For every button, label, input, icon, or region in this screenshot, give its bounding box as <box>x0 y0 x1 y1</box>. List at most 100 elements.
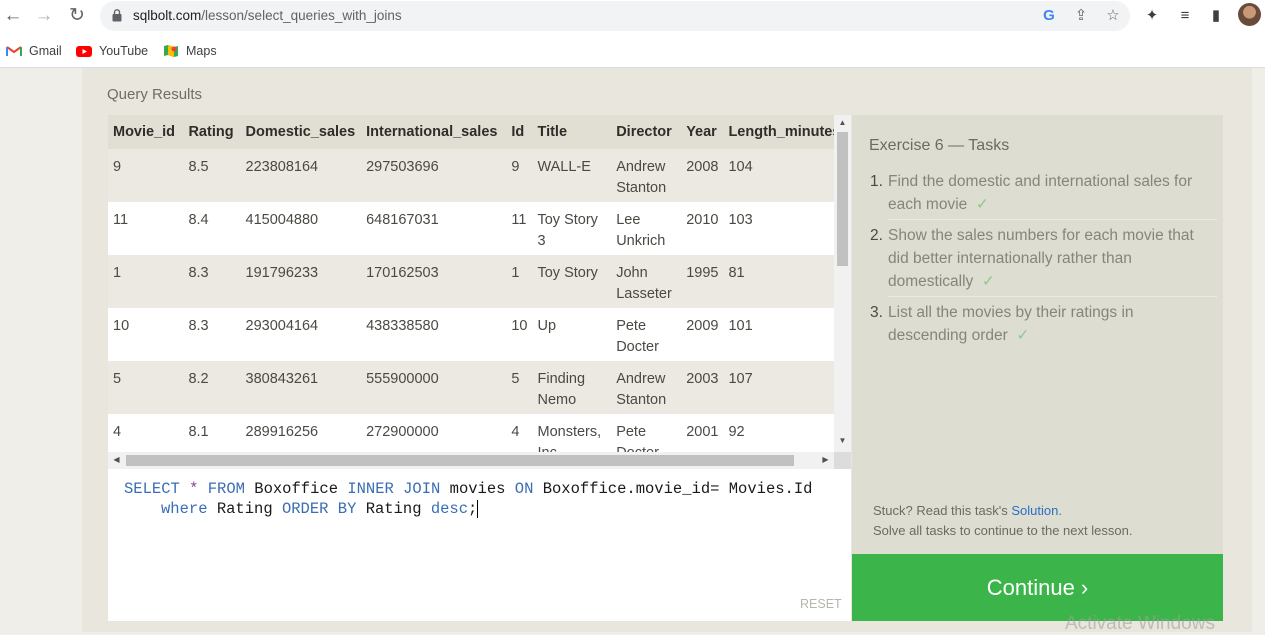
scroll-down-arrow-icon[interactable]: ▼ <box>834 436 851 445</box>
table-cell: 9 <box>506 149 533 202</box>
stuck-help: Stuck? Read this task's Solution. Solve … <box>873 501 1132 541</box>
bookmark-label: YouTube <box>99 44 149 58</box>
bookmark-youtube[interactable]: YouTube <box>76 42 148 60</box>
task-number: 3. <box>870 304 883 321</box>
bookmark-label: Gmail <box>29 44 62 58</box>
sql-keyword: INNER JOIN <box>347 480 441 498</box>
extensions-puzzle-icon[interactable]: ✦ <box>1142 6 1162 26</box>
sql-keyword: ON <box>514 480 534 498</box>
continue-button[interactable]: Continue › <box>852 554 1223 621</box>
table-cell: 81 <box>723 255 851 308</box>
sql-keyword: desc <box>430 500 469 518</box>
reading-list-icon[interactable]: ≡ <box>1175 6 1195 26</box>
bookmark-gmail[interactable]: Gmail <box>6 42 62 60</box>
table-cell: Toy Story <box>532 255 612 308</box>
sql-keyword: ORDER BY <box>281 500 357 518</box>
table-cell: 104 <box>723 149 851 202</box>
table-cell: 2010 <box>681 202 724 255</box>
table-row: 10 8.3 293004164 438338580 10 Up Pete Do… <box>108 308 851 361</box>
column-header: International_sales <box>361 115 507 149</box>
table-cell: 2009 <box>681 308 724 361</box>
table-cell: 5 <box>108 361 184 414</box>
sql-identifier: movies <box>449 480 506 498</box>
profile-avatar[interactable] <box>1238 3 1261 26</box>
scroll-left-arrow-icon[interactable]: ◀ <box>108 455 125 464</box>
table-row: 11 8.4 415004880 648167031 11 Toy Story … <box>108 202 851 255</box>
table-cell: Andrew Stanton <box>611 149 682 202</box>
tasks-panel: Exercise 6 — Tasks 1. Find the domestic … <box>852 115 1223 554</box>
address-bar[interactable]: sqlbolt.com/lesson/select_queries_with_j… <box>100 1 1130 31</box>
table-cell: Andrew Stanton <box>611 361 682 414</box>
bookmark-star-icon[interactable]: ☆ <box>1104 7 1122 25</box>
sql-keyword: where <box>161 500 208 518</box>
bookmarks-bar: Gmail YouTube Maps <box>0 33 1265 68</box>
table-cell: 293004164 <box>240 308 362 361</box>
scrollbar-corner <box>834 452 851 469</box>
task-divider <box>888 296 1217 297</box>
scroll-up-arrow-icon[interactable]: ▲ <box>834 118 851 127</box>
bookmark-label: Maps <box>186 44 217 58</box>
table-cell: 191796233 <box>240 255 362 308</box>
table-cell: 223808164 <box>240 149 362 202</box>
table-cell: 11 <box>108 202 184 255</box>
column-header: Title <box>532 115 612 149</box>
table-cell: 1 <box>506 255 533 308</box>
sql-operator: * <box>189 480 199 498</box>
task-item: 1. Find the domestic and international s… <box>870 170 1216 216</box>
column-header: Year <box>681 115 724 149</box>
task-text: Show the sales numbers for each movie th… <box>888 227 1194 290</box>
table-cell: John Lasseter <box>611 255 682 308</box>
column-header: Domestic_sales <box>240 115 362 149</box>
bookmark-maps[interactable]: Maps <box>163 42 217 60</box>
browser-toolbar: ← → ↻ sqlbolt.com/lesson/select_queries_… <box>0 0 1265 33</box>
table-cell: Pete Docter <box>611 308 682 361</box>
url-domain: sqlbolt.com <box>133 8 202 23</box>
youtube-icon <box>76 46 92 57</box>
tasks-title: Exercise 6 — Tasks <box>869 137 1010 154</box>
table-cell: 101 <box>723 308 851 361</box>
column-header: Director <box>611 115 682 149</box>
sql-identifier: Rating <box>216 500 273 518</box>
scroll-right-arrow-icon[interactable]: ▶ <box>817 455 834 464</box>
table-cell: 555900000 <box>361 361 507 414</box>
column-header: Id <box>506 115 533 149</box>
sql-semicolon: ; <box>468 500 478 518</box>
task-divider <box>888 219 1217 220</box>
table-cell: 10 <box>108 308 184 361</box>
table-cell: 103 <box>723 202 851 255</box>
table-cell: 297503696 <box>361 149 507 202</box>
table-cell: 9 <box>108 149 184 202</box>
sql-identifier: Rating <box>365 500 422 518</box>
forward-arrow-icon[interactable]: → <box>33 5 55 27</box>
vertical-scrollbar-thumb[interactable] <box>837 132 848 266</box>
reload-icon[interactable]: ↻ <box>66 5 88 27</box>
google-lens-icon[interactable]: G <box>1040 7 1058 25</box>
horizontal-scrollbar-thumb[interactable] <box>126 455 794 466</box>
reset-button[interactable]: RESET <box>800 597 842 611</box>
stuck-text: Stuck? Read this task's <box>873 503 1012 518</box>
share-icon[interactable]: ⇪ <box>1072 7 1090 25</box>
task-number: 2. <box>870 227 883 244</box>
table-cell: 438338580 <box>361 308 507 361</box>
solution-link[interactable]: Solution <box>1011 503 1058 518</box>
back-arrow-icon[interactable]: ← <box>2 5 24 27</box>
table-cell: 8.2 <box>183 361 241 414</box>
column-header: Rating <box>183 115 241 149</box>
table-cell: 10 <box>506 308 533 361</box>
table-header-row: Movie_id Rating Domestic_sales Internati… <box>108 115 851 149</box>
table-cell: 2008 <box>681 149 724 202</box>
query-results-label: Query Results <box>107 86 203 103</box>
sql-identifier: Boxoffice <box>254 480 338 498</box>
task-item: 3. List all the movies by their ratings … <box>870 301 1216 347</box>
task-text: Find the domestic and international sale… <box>888 173 1193 213</box>
table-cell: 1995 <box>681 255 724 308</box>
table-cell: WALL-E <box>532 149 612 202</box>
query-results-table: Movie_id Rating Domestic_sales Internati… <box>108 115 851 469</box>
sql-editor[interactable]: SELECT * FROM Boxoffice INNER JOIN movie… <box>108 469 851 621</box>
table-row: 5 8.2 380843261 555900000 5 Finding Nemo… <box>108 361 851 414</box>
sql-line-2: where Rating ORDER BY Rating desc; <box>124 499 835 519</box>
side-panel-icon[interactable]: ▮ <box>1206 6 1226 26</box>
checkmark-icon: ✓ <box>1016 327 1030 344</box>
sql-line-1: SELECT * FROM Boxoffice INNER JOIN movie… <box>124 479 835 499</box>
table-cell: Finding Nemo <box>532 361 612 414</box>
